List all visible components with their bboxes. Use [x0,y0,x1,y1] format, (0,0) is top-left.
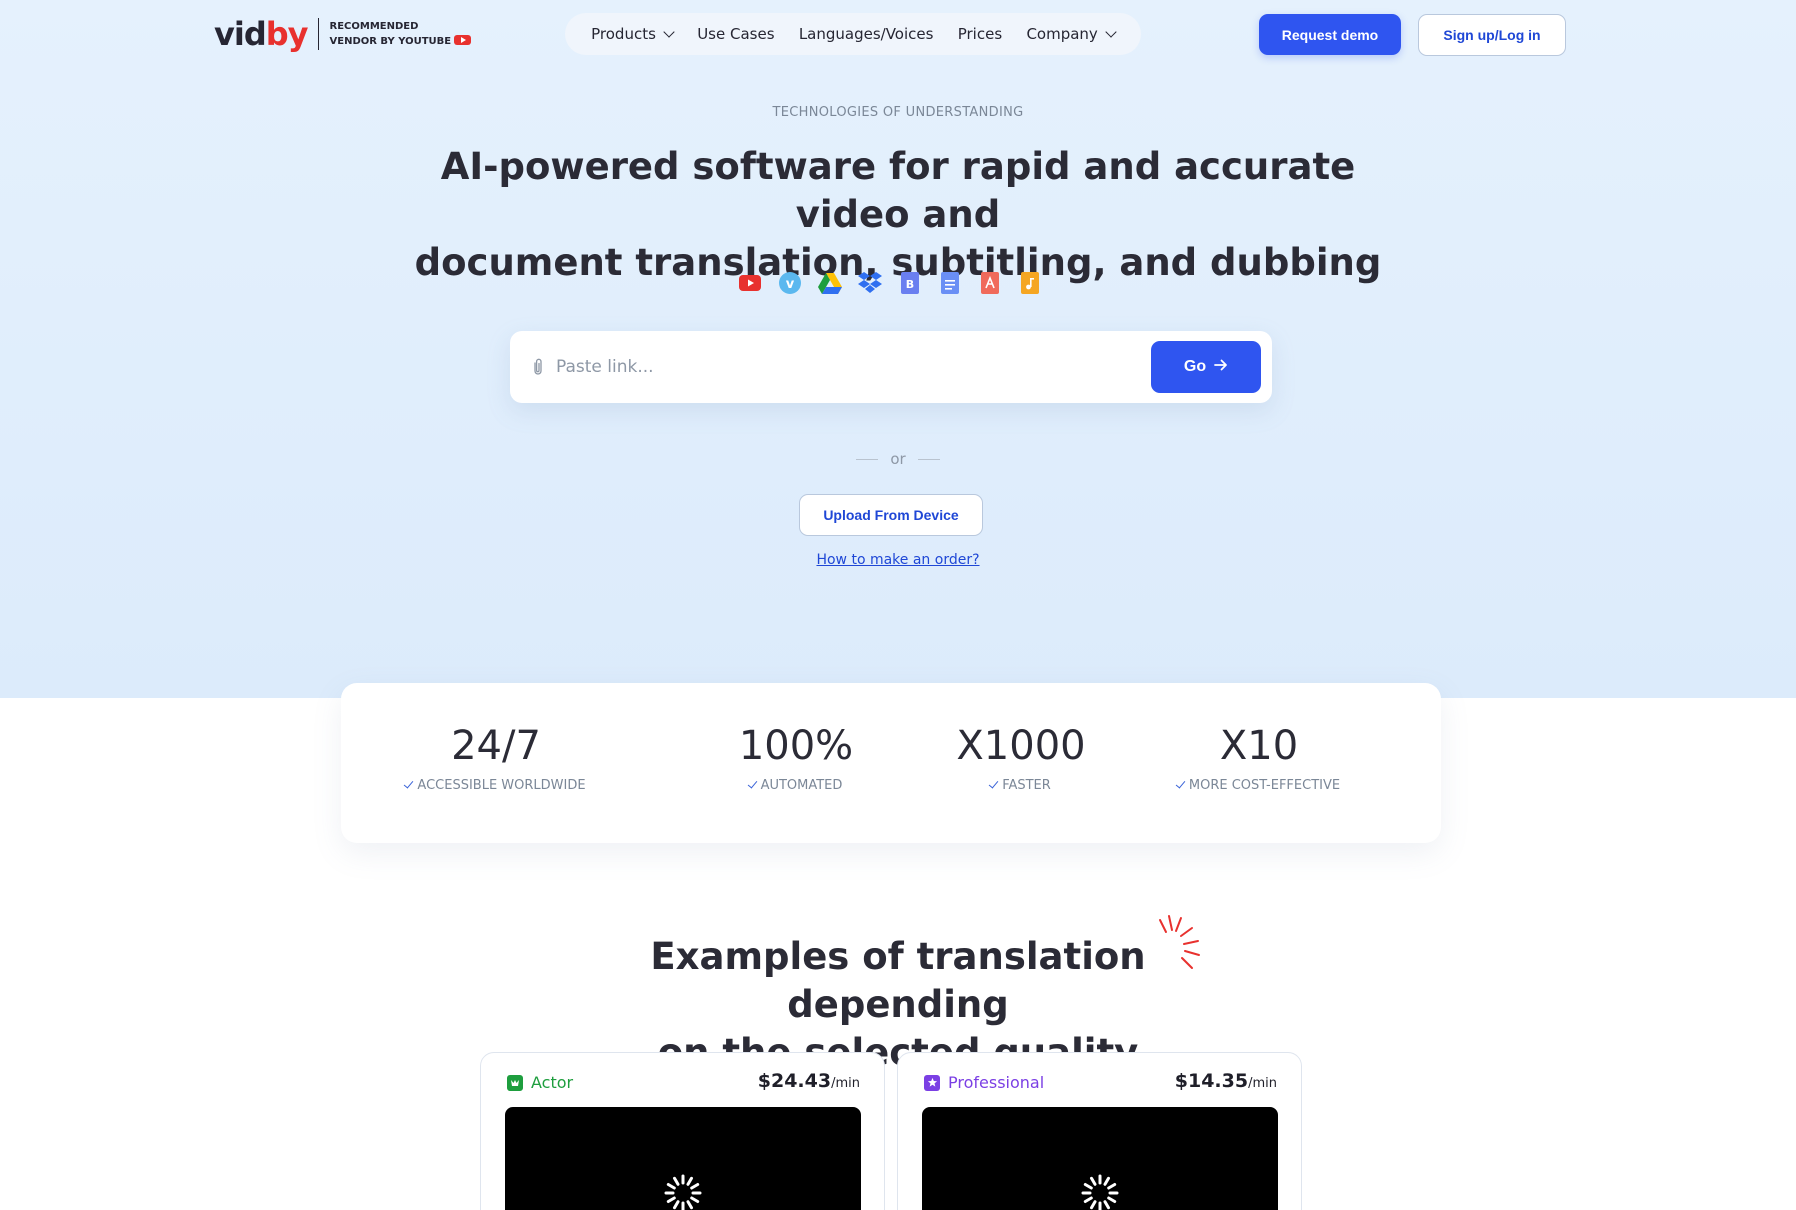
paperclip-icon [532,357,544,381]
arrow-right-icon [1214,358,1228,376]
divider-line [917,458,940,460]
go-button[interactable]: Go [1151,341,1261,393]
nav-use-cases[interactable]: Use Cases [697,25,774,43]
quality-price: $14.35/min [1175,1070,1277,1092]
source-icons: v B [738,271,1042,295]
logo-divider [317,18,319,50]
vidby-logo[interactable]: vidby RECOMMENDED VENDOR BY YOUTUBE [214,15,472,53]
nav-company-label: Company [1026,25,1098,43]
check-icon [1175,778,1186,789]
nav-languages-label: Languages/Voices [798,25,934,43]
svg-text:v: v [786,277,795,292]
quality-card-professional[interactable]: Professional $14.35/min [897,1052,1302,1210]
sign-up-login-button[interactable]: Sign up/Log in [1418,14,1566,56]
quality-name: Professional [924,1073,1044,1092]
logo-wordmark: vidby [214,15,308,53]
stat-item: X10 MORE COST-EFFECTIVE [1159,723,1359,793]
go-label: Go [1183,358,1207,375]
main-nav: Products Use Cases Languages/Voices Pric… [565,13,1141,55]
vimeo-icon: v [778,271,802,295]
stat-label: FASTER [1002,778,1051,793]
stat-value: 24/7 [451,723,541,769]
how-to-order-link[interactable]: How to make an order? [0,552,1796,568]
check-icon [988,778,999,789]
video-player[interactable] [505,1107,861,1210]
or-divider: or [0,450,1796,468]
youtube-icon [738,271,762,295]
stat-label: MORE COST-EFFECTIVE [1188,778,1341,793]
stat-value: 100% [738,723,854,769]
stat-label-row: FASTER [931,778,1111,793]
loading-spinner-icon [1080,1173,1120,1210]
stat-label-row: ACCESSIBLE WORLDWIDE [401,778,591,793]
quality-name-label: Actor [531,1073,574,1092]
nav-languages-voices[interactable]: Languages/Voices [799,25,934,43]
logo-vid: vid [214,15,267,53]
price-value: $24.43 [757,1070,832,1092]
stat-item: 100% AUTOMATED [721,723,871,793]
price-value: $14.35 [1174,1070,1249,1092]
request-demo-button[interactable]: Request demo [1259,14,1401,55]
stat-label-row: AUTOMATED [721,778,871,793]
paste-link-input[interactable] [556,349,1136,385]
price-unit: /min [831,1076,860,1091]
or-label: or [890,450,906,468]
quality-name-label: Professional [948,1073,1045,1092]
link-search-box: Go [510,331,1272,403]
dropbox-icon [858,271,882,295]
nav-prices[interactable]: Prices [958,25,1002,43]
star-icon [924,1074,940,1091]
divider-line [856,458,879,460]
nav-use-cases-label: Use Cases [697,25,775,43]
video-player[interactable] [922,1107,1278,1210]
quality-name: Actor [507,1073,573,1092]
stat-label: AUTOMATED [760,778,843,793]
examples-title-line1: Examples of translation depending [650,935,1146,1026]
recommended-line2: VENDOR BY YOUTUBE [329,36,452,47]
audio-file-icon [1018,271,1042,295]
docx-icon: B [898,271,922,295]
stat-label-row: MORE COST-EFFECTIVE [1159,778,1359,793]
nav-prices-label: Prices [957,25,1003,43]
stat-value: X10 [1219,723,1299,769]
actor-icon [507,1074,523,1091]
hero-title: AI-powered software for rapid and accura… [398,143,1398,287]
nav-products-label: Products [591,25,656,43]
quality-card-actor[interactable]: Actor $24.43/min [480,1052,885,1210]
nav-company[interactable]: Company [1026,25,1117,43]
hero-eyebrow: TECHNOLOGIES OF UNDERSTANDING [772,105,1024,120]
document-icon [938,271,962,295]
site-header: vidby RECOMMENDED VENDOR BY YOUTUBE Prod… [0,0,1796,70]
stat-value: X1000 [956,723,1086,769]
chevron-down-icon [663,25,675,38]
youtube-icon [454,35,472,45]
pdf-icon [978,271,1002,295]
stats-card: 24/7 ACCESSIBLE WORLDWIDE 100% AUTOMATED… [341,683,1441,843]
upload-from-device-button[interactable]: Upload From Device [799,494,983,536]
logo-by: by [265,15,309,53]
check-icon [747,778,757,789]
stat-label: ACCESSIBLE WORLDWIDE [417,778,586,793]
hero-title-line1: AI-powered software for rapid and accura… [440,145,1356,236]
stat-item: 24/7 ACCESSIBLE WORLDWIDE [401,723,591,793]
sparkle-decoration-icon [1154,914,1226,980]
check-icon [404,778,414,789]
quality-price: $24.43/min [758,1070,860,1092]
price-unit: /min [1248,1076,1277,1091]
svg-text:B: B [906,278,914,291]
chevron-down-icon [1105,25,1117,38]
stat-item: X1000 FASTER [931,723,1111,793]
google-drive-icon [818,271,842,295]
loading-spinner-icon [663,1173,703,1210]
recommended-vendor-badge: RECOMMENDED VENDOR BY YOUTUBE [330,19,472,49]
nav-products[interactable]: Products [591,25,675,43]
recommended-line1: RECOMMENDED [329,21,419,32]
